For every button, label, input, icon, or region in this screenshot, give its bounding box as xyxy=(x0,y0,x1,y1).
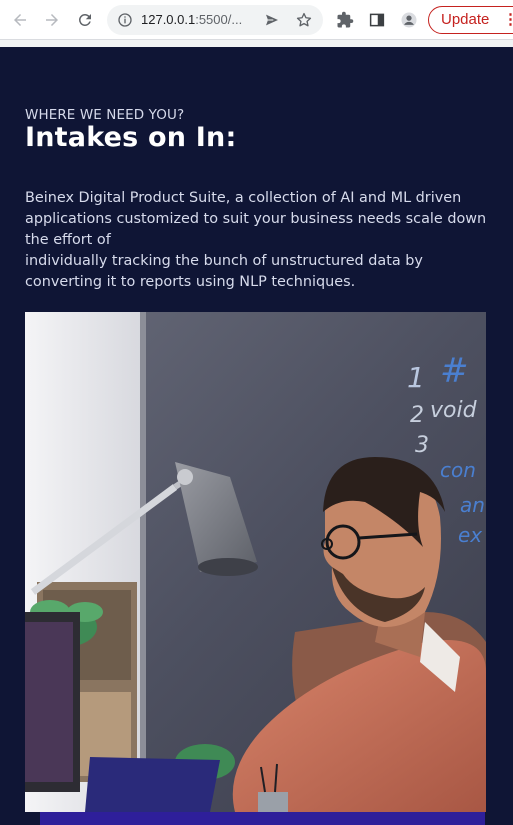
chalk-text: 2 xyxy=(410,403,424,428)
back-arrow-icon[interactable] xyxy=(8,8,32,32)
forward-arrow-icon[interactable] xyxy=(40,8,64,32)
more-vert-icon[interactable]: ⋮ xyxy=(503,7,513,33)
update-button[interactable]: Update ⋮ xyxy=(428,6,513,34)
profile-icon[interactable] xyxy=(397,8,421,32)
chalk-text: 1 xyxy=(407,361,425,394)
chalk-text: con xyxy=(440,458,476,482)
chalk-text: # xyxy=(440,351,469,391)
send-icon[interactable] xyxy=(264,12,280,28)
page-content: WHERE WE NEED YOU? Intakes on In: Beinex… xyxy=(0,47,513,825)
extensions-icon[interactable] xyxy=(333,8,357,32)
side-panel-icon[interactable] xyxy=(365,8,389,32)
intro-line: individually tracking the bunch of unstr… xyxy=(25,253,423,269)
intro-line: Beinex Digital Product Suite, a collecti… xyxy=(25,190,462,206)
address-bar[interactable]: 127.0.0.1:5500/... xyxy=(107,5,323,35)
toolbar-divider xyxy=(0,40,513,47)
intro-line: applications customized to suit your bus… xyxy=(25,211,487,227)
browser-toolbar: 127.0.0.1:5500/... Update ⋮ xyxy=(0,0,513,40)
info-icon[interactable] xyxy=(117,12,133,28)
update-label: Update xyxy=(441,11,490,28)
chalk-text: an xyxy=(460,493,485,517)
url-path: :5500/... xyxy=(195,12,243,27)
intro-line: the effort of xyxy=(25,232,111,248)
accent-bar xyxy=(40,812,485,825)
hero-photo: 1 # 2 void 3 con an ex xyxy=(25,312,486,812)
intro-line: converting it to reports using NLP techn… xyxy=(25,274,356,290)
star-icon[interactable] xyxy=(295,11,313,29)
chalk-text: void xyxy=(430,398,478,423)
section-intro: Beinex Digital Product Suite, a collecti… xyxy=(25,188,487,293)
url-host: 127.0.0.1 xyxy=(141,12,196,27)
reload-icon[interactable] xyxy=(73,8,97,32)
photo-illustration: 1 # 2 void 3 con an ex xyxy=(25,312,486,812)
url-text[interactable]: 127.0.0.1:5500/... xyxy=(141,12,242,28)
chalk-text: ex xyxy=(458,523,482,547)
section-eyebrow: WHERE WE NEED YOU? xyxy=(25,107,185,123)
chalk-text: 3 xyxy=(415,433,429,458)
section-heading: Intakes on In: xyxy=(25,122,237,153)
